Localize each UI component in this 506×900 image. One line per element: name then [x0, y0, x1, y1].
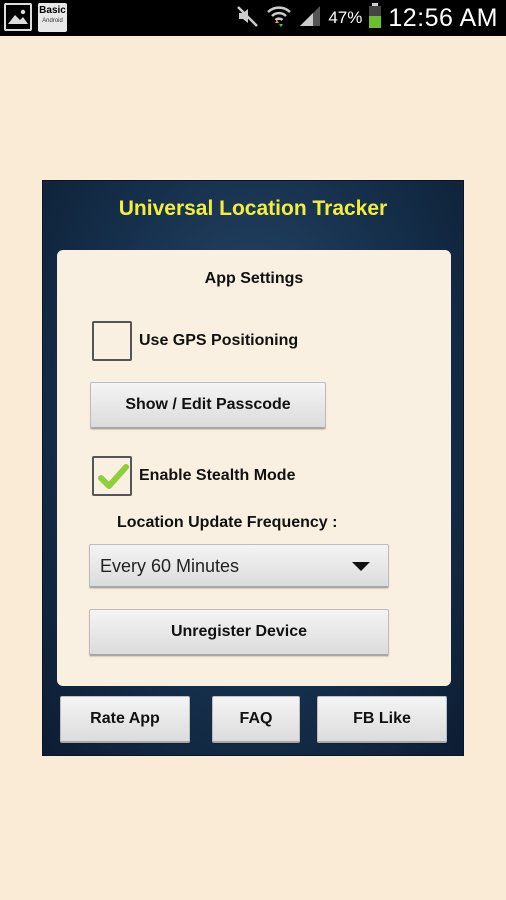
battery-percent: 47%	[328, 8, 363, 27]
faq-label: FAQ	[239, 710, 273, 727]
rate-app-button[interactable]: Rate App	[60, 696, 190, 743]
frequency-value: Every 60 Minutes	[100, 556, 240, 576]
unregister-device-button[interactable]: Unregister Device	[89, 609, 389, 656]
app-window: Universal Location Tracker App Settings …	[42, 180, 464, 756]
frequency-label: Location Update Frequency :	[117, 514, 338, 531]
basic-app-label: Basic	[39, 5, 66, 16]
notification-area: Basic Android	[4, 3, 67, 32]
mute-icon	[236, 4, 260, 33]
faq-button[interactable]: FAQ	[212, 696, 300, 743]
rate-app-label: Rate App	[90, 710, 160, 727]
gallery-icon	[4, 3, 32, 31]
basic-app-sublabel: Android	[42, 18, 63, 24]
app-title: Universal Location Tracker	[118, 197, 388, 220]
signal-icon	[298, 4, 322, 33]
battery-icon	[368, 2, 382, 34]
edit-passcode-label: Show / Edit Passcode	[125, 396, 291, 413]
unregister-device-label: Unregister Device	[170, 623, 308, 640]
gps-checkbox[interactable]	[92, 321, 132, 361]
fb-like-button[interactable]: FB Like	[317, 696, 447, 743]
basic-android-app-icon: Basic Android	[38, 3, 67, 32]
system-tray: 47% 12:56 AM	[236, 0, 498, 36]
gps-label[interactable]: Use GPS Positioning	[139, 332, 298, 350]
stealth-checkbox[interactable]	[92, 456, 132, 496]
settings-heading: App Settings	[204, 270, 304, 287]
settings-panel: App Settings Use GPS Positioning Show / …	[57, 250, 451, 686]
clock: 12:56 AM	[388, 3, 498, 32]
status-bar: Basic Android 47% 12:56 AM	[0, 0, 506, 36]
checkmark-icon	[98, 464, 129, 489]
dropdown-arrow-icon	[352, 562, 370, 571]
frequency-dropdown[interactable]: Every 60 Minutes	[89, 544, 389, 588]
fb-like-label: FB Like	[353, 710, 411, 727]
edit-passcode-button[interactable]: Show / Edit Passcode	[90, 382, 326, 429]
stealth-label[interactable]: Enable Stealth Mode	[139, 467, 295, 485]
wifi-icon	[266, 3, 292, 34]
